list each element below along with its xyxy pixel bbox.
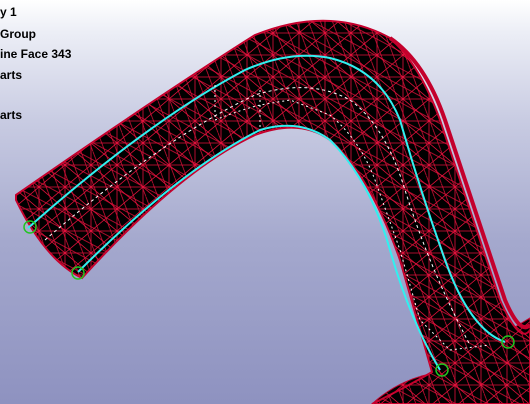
info-line-3: ine Face 343: [0, 47, 72, 61]
info-line-1: y 1: [0, 5, 17, 19]
info-line-6: arts: [0, 108, 23, 122]
mesh-triangulation: [16, 20, 530, 404]
mesh-scene[interactable]: [0, 0, 530, 404]
model-viewport[interactable]: y 1 Group ine Face 343 arts arts: [0, 0, 530, 404]
info-line-2: Group: [0, 27, 36, 41]
info-line-4: arts: [0, 68, 23, 82]
